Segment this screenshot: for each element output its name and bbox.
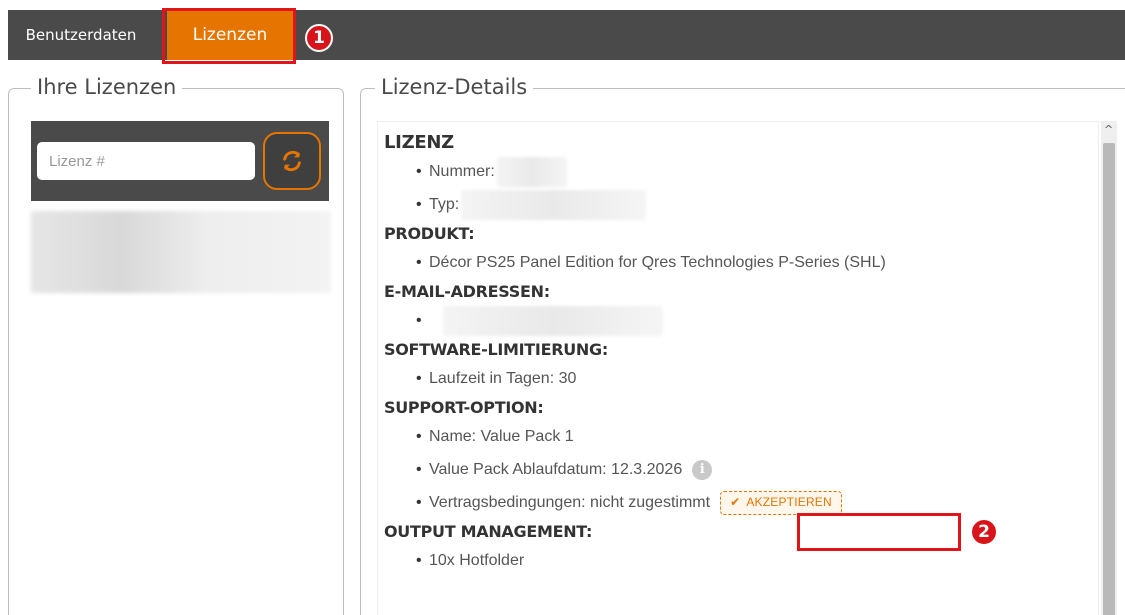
license-list-item[interactable] <box>31 211 331 293</box>
section-title-product: PRODUKT: <box>384 224 475 243</box>
email-item <box>384 304 1098 337</box>
license-type-label: Typ: <box>429 196 460 213</box>
section-title-license: LIZENZ <box>384 132 454 153</box>
runtime-text: Laufzeit in Tagen: 30 <box>429 370 577 387</box>
section-title-emails: E-MAIL-ADRESSEN: <box>384 282 550 301</box>
license-search-input[interactable] <box>37 142 255 180</box>
license-number-label: Nummer: <box>429 163 495 180</box>
hotfolder-item: 10x Hotfolder <box>384 544 1098 577</box>
highlight-box-accept <box>797 513 961 551</box>
highlight-box-tab <box>162 8 296 64</box>
email-redacted <box>443 305 663 336</box>
section-title-support: SUPPORT-OPTION: <box>384 398 544 417</box>
product-name: Décor PS25 Panel Edition for Qres Techno… <box>429 254 886 271</box>
license-number-item: Nummer: <box>384 155 1098 188</box>
scroll-thumb[interactable] <box>1103 143 1115 615</box>
section-title-software-limit: SOFTWARE-LIMITIERUNG: <box>384 340 608 359</box>
support-terms-text: Vertragsbedingungen: nicht zugestimmt <box>429 494 711 511</box>
step-marker-2: 2 <box>970 518 998 546</box>
runtime-item: Laufzeit in Tagen: 30 <box>384 362 1098 395</box>
license-search-toolbar <box>31 121 329 201</box>
support-name-item: Name: Value Pack 1 <box>384 420 1098 453</box>
step-marker-1: 1 <box>305 24 333 52</box>
product-item: Décor PS25 Panel Edition for Qres Techno… <box>384 246 1098 279</box>
tab-benutzerdaten[interactable]: Benutzerdaten <box>8 10 154 60</box>
check-icon: ✔ <box>730 495 741 510</box>
refresh-icon <box>283 150 301 172</box>
details-scrollbar[interactable]: ^ <box>1101 121 1117 615</box>
licenses-legend: Ihre Lizenzen <box>31 75 183 99</box>
hotfolder-text: 10x Hotfolder <box>429 552 525 569</box>
license-type-redacted <box>461 189 647 220</box>
support-expiry-item: Value Pack Ablaufdatum: 12.3.2026 i <box>384 453 1098 486</box>
license-details-legend: Lizenz-Details <box>375 75 534 99</box>
license-details-fieldset: Lizenz-Details LIZENZ Nummer: Typ: PRODU… <box>360 75 1125 615</box>
support-terms-item: Vertragsbedingungen: nicht zugestimmt ✔AK… <box>384 486 1098 519</box>
licenses-fieldset: Ihre Lizenzen <box>8 75 344 615</box>
refresh-button[interactable] <box>263 132 321 190</box>
accept-terms-button[interactable]: ✔ AKZEPTIEREN <box>720 490 842 515</box>
scroll-up-icon[interactable]: ^ <box>1104 123 1113 136</box>
info-icon[interactable]: i <box>692 459 713 480</box>
license-number-redacted <box>496 156 567 187</box>
license-type-item: Typ: <box>384 188 1098 221</box>
support-expiry-text: Value Pack Ablaufdatum: 12.3.2026 <box>429 461 683 478</box>
support-name-text: Name: Value Pack 1 <box>429 428 574 445</box>
